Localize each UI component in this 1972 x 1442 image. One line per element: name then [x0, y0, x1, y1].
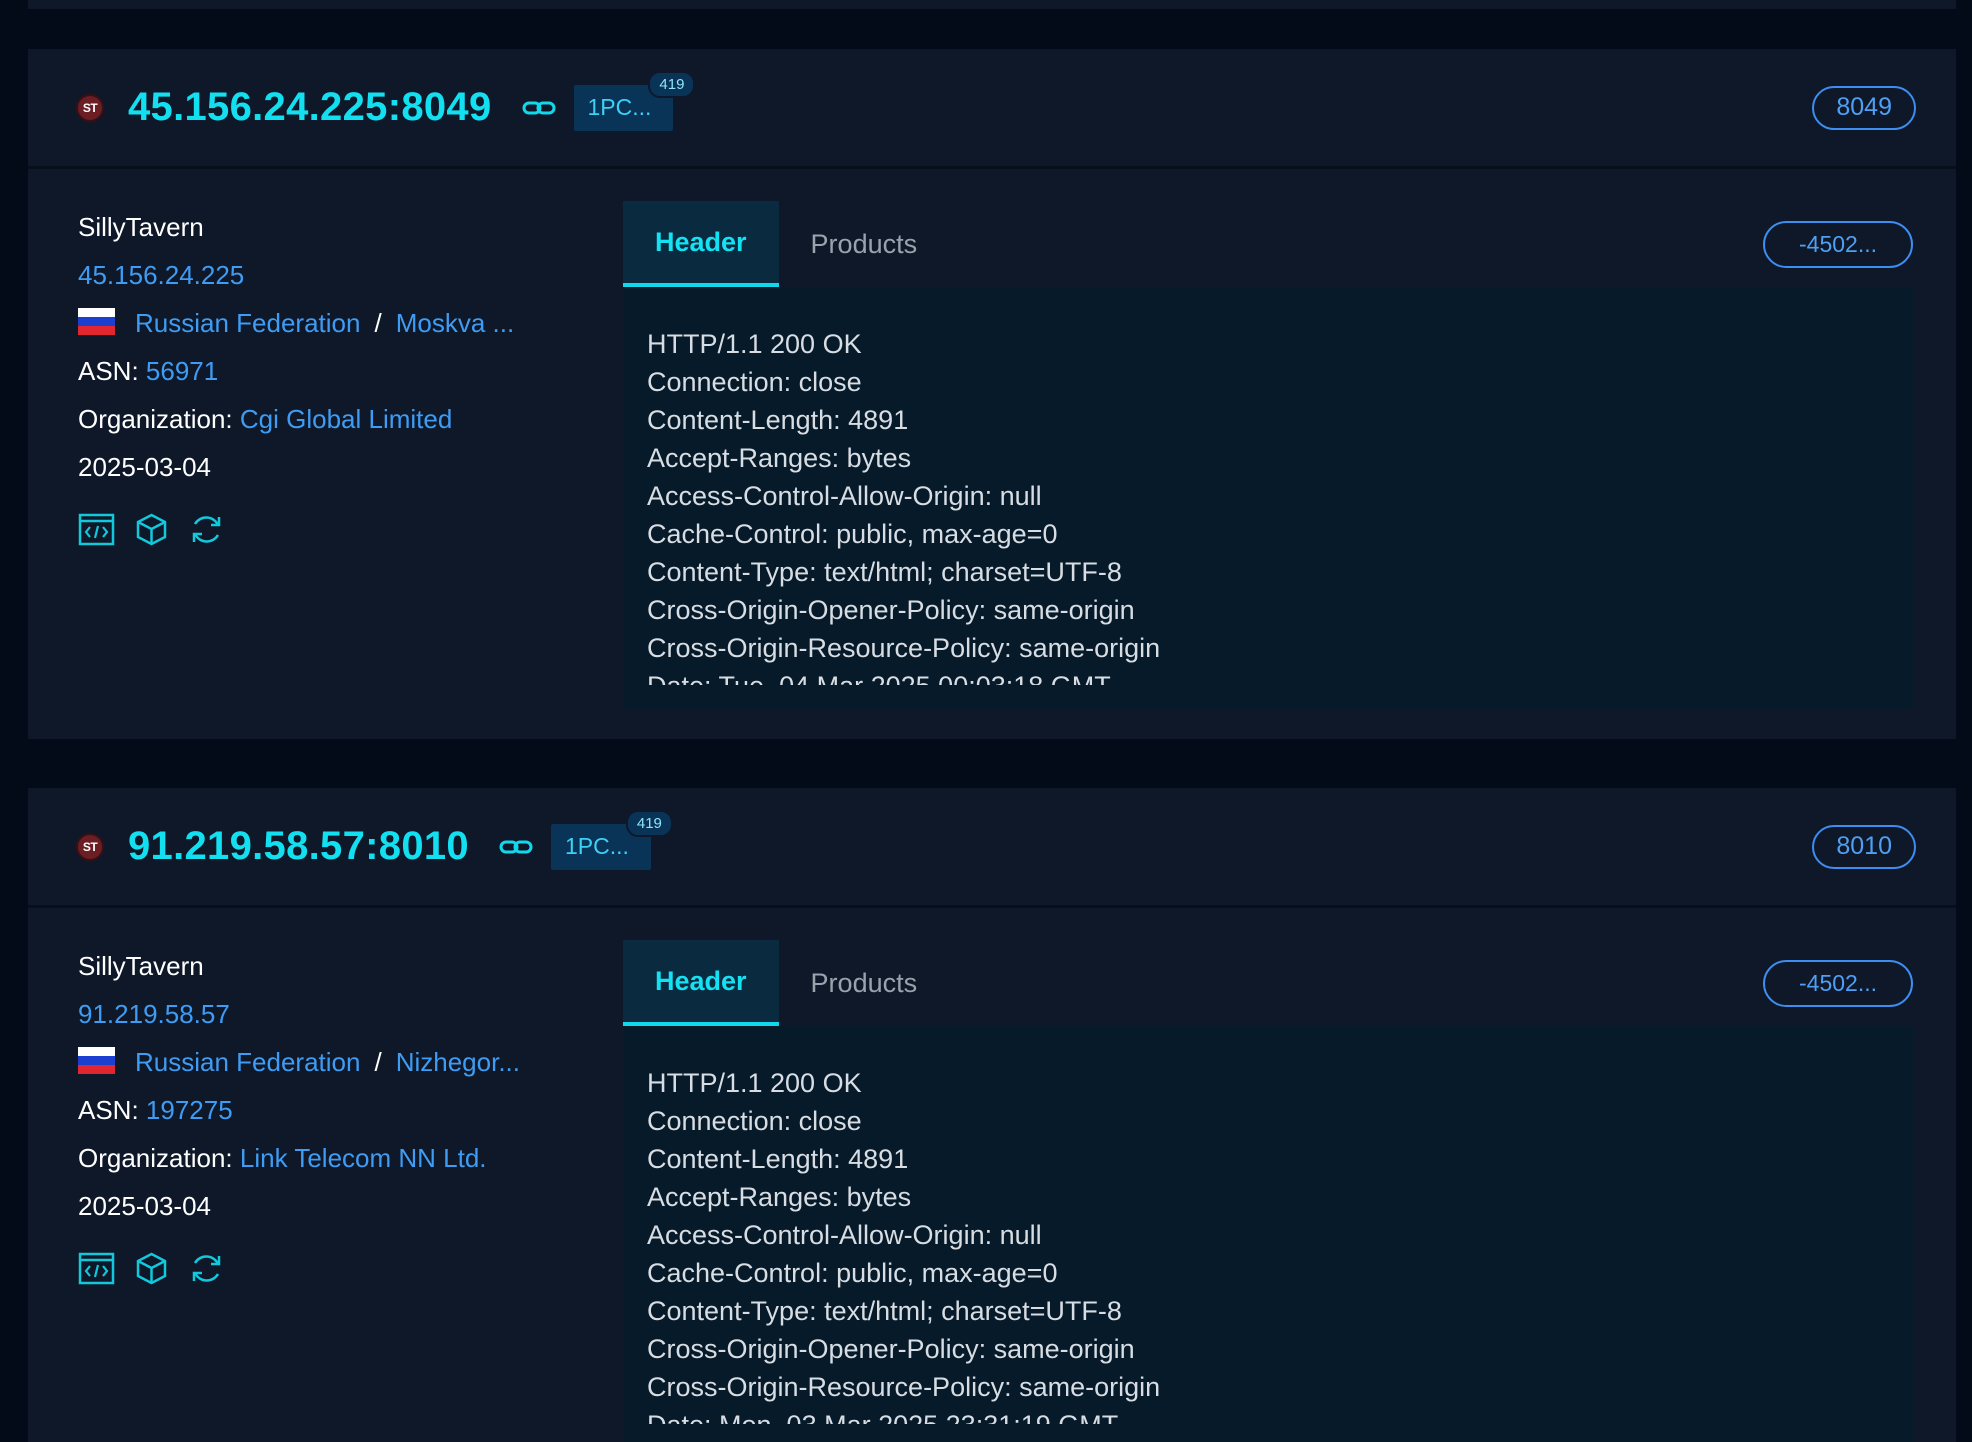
scan-date: 2025-03-04 — [78, 1191, 211, 1221]
result-card: ST 45.156.24.225:8049 1PC... 419 8049 Si… — [28, 49, 1956, 739]
cube-icon[interactable] — [133, 1250, 170, 1287]
host-port-link[interactable]: 45.156.24.225:8049 — [128, 85, 492, 130]
refresh-icon[interactable] — [188, 511, 225, 548]
result-card-body: SillyTavern 91.219.58.57 Russian Federat… — [28, 908, 1956, 1442]
host-info: SillyTavern 45.156.24.225 Russian Federa… — [78, 203, 598, 548]
header-line: Accept-Ranges: bytes — [647, 1182, 912, 1212]
result-card: ST 91.219.58.57:8010 1PC... 419 8010 Sil… — [28, 788, 1956, 1442]
header-line: HTTP/1.1 200 OK — [647, 1068, 862, 1098]
header-line: Content-Type: text/html; charset=UTF-8 — [647, 557, 1122, 587]
asn-link[interactable]: 197275 — [146, 1095, 233, 1125]
asn-label: ASN: — [78, 356, 139, 386]
header-line: Cross-Origin-Opener-Policy: same-origin — [647, 1334, 1135, 1364]
header-line: Date: Mon, 03 Mar 2025 23:31:19 GMT — [647, 1406, 1889, 1424]
location-separator: / — [374, 308, 382, 338]
http-header-scroll[interactable]: HTTP/1.1 200 OK Connection: close Conten… — [647, 1064, 1889, 1424]
cert-tag[interactable]: 1PC... 419 — [573, 70, 696, 131]
ip-link[interactable]: 45.156.24.225 — [78, 251, 598, 299]
city-link[interactable]: Nizhegor... — [396, 1038, 520, 1086]
host-port-link[interactable]: 91.219.58.57:8010 — [128, 824, 469, 869]
asn-link[interactable]: 56971 — [146, 356, 218, 386]
russia-flag-icon — [78, 1046, 115, 1074]
location-row: Russian Federation / Moskva ... — [78, 299, 598, 347]
result-card-header: ST 45.156.24.225:8049 1PC... 419 8049 — [28, 49, 1956, 169]
organization-label: Organization: — [78, 404, 233, 434]
header-line: Connection: close — [647, 367, 862, 397]
details-tabs: Header Products -4502... — [623, 201, 1913, 287]
code-window-icon[interactable] — [78, 511, 115, 548]
asn-row: ASN: 197275 — [78, 1086, 598, 1134]
action-icons — [78, 511, 598, 548]
header-line: Content-Length: 4891 — [647, 1144, 909, 1174]
sillytavern-logo-icon: ST — [76, 832, 104, 861]
hash-badge[interactable]: -4502... — [1763, 960, 1913, 1007]
result-card-header: ST 91.219.58.57:8010 1PC... 419 8010 — [28, 788, 1956, 908]
tab-header[interactable]: Header — [623, 201, 779, 287]
details-tabs: Header Products -4502... — [623, 940, 1913, 1026]
asn-label: ASN: — [78, 1095, 139, 1125]
header-line: Access-Control-Allow-Origin: null — [647, 1220, 1042, 1250]
hash-badge[interactable]: -4502... — [1763, 221, 1913, 268]
scan-date: 2025-03-04 — [78, 452, 211, 482]
location-row: Russian Federation / Nizhegor... — [78, 1038, 598, 1086]
organization-label: Organization: — [78, 1143, 233, 1173]
header-line: Cross-Origin-Resource-Policy: same-origi… — [647, 1372, 1161, 1402]
ip-link[interactable]: 91.219.58.57 — [78, 990, 598, 1038]
tab-products[interactable]: Products — [779, 940, 950, 1026]
country-link[interactable]: Russian Federation — [135, 1038, 360, 1086]
code-window-icon[interactable] — [78, 1250, 115, 1287]
country-link[interactable]: Russian Federation — [135, 299, 360, 347]
asn-row: ASN: 56971 — [78, 347, 598, 395]
tab-products[interactable]: Products — [779, 201, 950, 287]
cube-icon[interactable] — [133, 511, 170, 548]
header-line: Cross-Origin-Resource-Policy: same-origi… — [647, 633, 1161, 663]
port-badge[interactable]: 8049 — [1812, 85, 1916, 130]
host-info: SillyTavern 91.219.58.57 Russian Federat… — [78, 942, 598, 1287]
product-name: SillyTavern — [78, 951, 204, 981]
previous-result-card-edge — [28, 0, 1956, 9]
link-icon[interactable] — [522, 98, 556, 118]
link-icon[interactable] — [499, 837, 533, 857]
http-header-scroll[interactable]: HTTP/1.1 200 OK Connection: close Conten… — [647, 325, 1889, 685]
header-line: HTTP/1.1 200 OK — [647, 329, 862, 359]
city-link[interactable]: Moskva ... — [396, 299, 514, 347]
action-icons — [78, 1250, 598, 1287]
refresh-icon[interactable] — [188, 1250, 225, 1287]
russia-flag-icon — [78, 307, 115, 335]
header-line: Cross-Origin-Opener-Policy: same-origin — [647, 595, 1135, 625]
header-line: Accept-Ranges: bytes — [647, 443, 912, 473]
header-line: Cache-Control: public, max-age=0 — [647, 519, 1058, 549]
tab-header[interactable]: Header — [623, 940, 779, 1026]
organization-row: Organization: Link Telecom NN Ltd. — [78, 1134, 598, 1182]
header-line: Cache-Control: public, max-age=0 — [647, 1258, 1058, 1288]
cert-tag-count-badge: 419 — [648, 70, 696, 98]
http-header-content: HTTP/1.1 200 OK Connection: close Conten… — [623, 287, 1913, 709]
product-name: SillyTavern — [78, 212, 204, 242]
header-line: Content-Length: 4891 — [647, 405, 909, 435]
sillytavern-logo-icon: ST — [76, 93, 104, 122]
header-line: Date: Tue, 04 Mar 2025 00:03:18 GMT — [647, 667, 1889, 685]
details-panel: Header Products -4502... HTTP/1.1 200 OK… — [623, 940, 1913, 1442]
port-badge[interactable]: 8010 — [1812, 824, 1916, 869]
organization-link[interactable]: Cgi Global Limited — [240, 404, 452, 434]
result-card-body: SillyTavern 45.156.24.225 Russian Federa… — [28, 169, 1956, 739]
details-panel: Header Products -4502... HTTP/1.1 200 OK… — [623, 201, 1913, 709]
header-line: Connection: close — [647, 1106, 862, 1136]
location-separator: / — [374, 1047, 382, 1077]
header-line: Content-Type: text/html; charset=UTF-8 — [647, 1296, 1122, 1326]
cert-tag-count-badge: 419 — [625, 809, 673, 837]
organization-row: Organization: Cgi Global Limited — [78, 395, 598, 443]
cert-tag[interactable]: 1PC... 419 — [550, 809, 673, 870]
header-line: Access-Control-Allow-Origin: null — [647, 481, 1042, 511]
http-header-content: HTTP/1.1 200 OK Connection: close Conten… — [623, 1026, 1913, 1442]
organization-link[interactable]: Link Telecom NN Ltd. — [240, 1143, 487, 1173]
